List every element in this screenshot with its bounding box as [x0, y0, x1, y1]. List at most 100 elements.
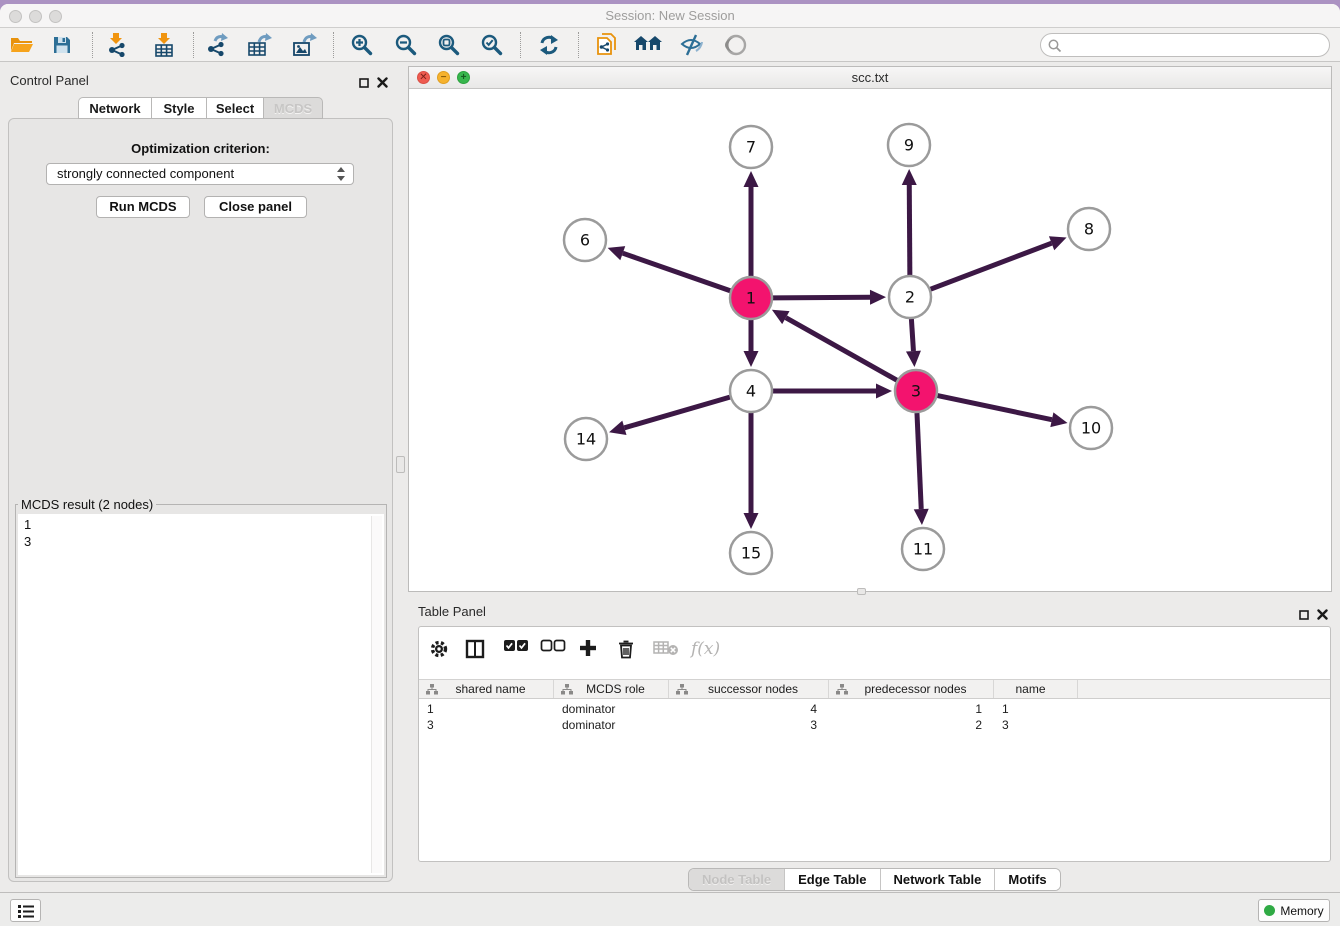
column-header-shared-name[interactable]: shared name: [419, 680, 554, 698]
table-row[interactable]: 3 dominator 3 2 3: [419, 717, 1330, 733]
graph-edge-3-10[interactable]: [938, 396, 1052, 420]
cell-name[interactable]: 1: [994, 701, 1078, 717]
select-all-icon[interactable]: [503, 639, 529, 652]
close-panel-icon[interactable]: [377, 75, 388, 93]
column-header-successor-nodes[interactable]: successor nodes: [669, 680, 829, 698]
mcds-result-text[interactable]: 1 3: [18, 514, 384, 875]
graph-edge-1-2[interactable]: [773, 297, 870, 298]
memory-status-dot: [1264, 905, 1275, 916]
result-scrollbar[interactable]: [371, 516, 382, 873]
vertical-splitter-handle[interactable]: [396, 456, 405, 473]
cell-name[interactable]: 3: [994, 717, 1078, 733]
zoom-fit-icon[interactable]: [435, 32, 463, 58]
cell-successor-nodes[interactable]: 3: [669, 717, 829, 733]
hide-panel-icon[interactable]: [678, 32, 706, 58]
toolbar-separator: [333, 32, 334, 58]
mcds-result-group: MCDS result (2 nodes) 1 3: [15, 497, 387, 878]
home-icon[interactable]: [634, 32, 662, 58]
search-input[interactable]: [1040, 33, 1330, 57]
toolbar-separator: [92, 32, 93, 58]
import-network-icon[interactable]: [103, 32, 131, 58]
close-panel-button[interactable]: Close panel: [204, 196, 307, 218]
cell-mcds-role[interactable]: dominator: [554, 717, 669, 733]
export-image-icon[interactable]: [291, 32, 319, 58]
table-tabs: Node Table Edge Table Network Table Moti…: [688, 868, 1061, 891]
deselect-all-icon[interactable]: [540, 639, 566, 652]
zoom-in-icon[interactable]: [348, 32, 376, 58]
toolbar-separator: [193, 32, 194, 58]
graph-node-label: 1: [746, 289, 756, 308]
graph-edge-arrowhead: [1050, 412, 1067, 427]
cell-successor-nodes[interactable]: 4: [669, 701, 829, 717]
table-toolbar: f(x): [419, 627, 1330, 671]
table-settings-gear-icon[interactable]: [429, 639, 449, 659]
tab-network-table[interactable]: Network Table: [881, 869, 996, 890]
run-mcds-button[interactable]: Run MCDS: [96, 196, 190, 218]
column-header-mcds-role[interactable]: MCDS role: [554, 680, 669, 698]
control-panel-header: Control Panel: [0, 68, 400, 94]
open-file-icon[interactable]: [8, 32, 36, 58]
tab-select[interactable]: Select: [206, 97, 263, 119]
zoom-out-icon[interactable]: [392, 32, 420, 58]
cell-shared-name[interactable]: 1: [419, 701, 554, 717]
export-network-icon[interactable]: [203, 32, 231, 58]
table-row[interactable]: 1 dominator 4 1 1: [419, 701, 1330, 717]
function-builder-icon[interactable]: f(x): [691, 639, 720, 659]
column-header-name[interactable]: name: [994, 680, 1078, 698]
graph-node-label: 14: [576, 430, 596, 449]
table-panel-title: Table Panel: [418, 604, 486, 619]
add-column-icon[interactable]: [579, 639, 597, 657]
network-window-titlebar[interactable]: ✕ − + scc.txt: [409, 67, 1331, 89]
result-line: 3: [24, 533, 378, 550]
toolbar-separator: [520, 32, 521, 58]
import-table-icon[interactable]: [150, 32, 178, 58]
show-columns-icon[interactable]: [465, 639, 485, 659]
graph-edge-2-8[interactable]: [931, 243, 1052, 289]
optimization-criterion-select[interactable]: strongly connected component: [46, 163, 354, 185]
clone-network-icon[interactable]: [592, 32, 620, 58]
task-history-button[interactable]: [10, 899, 41, 922]
graph-node-label: 4: [746, 382, 756, 401]
tab-edge-table[interactable]: Edge Table: [785, 869, 880, 890]
delete-table-icon[interactable]: [653, 639, 679, 657]
mcds-result-title: MCDS result (2 nodes): [18, 497, 156, 512]
horizontal-splitter-handle[interactable]: [857, 588, 866, 595]
column-header-predecessor-nodes[interactable]: predecessor nodes: [829, 680, 994, 698]
float-panel-icon[interactable]: [359, 75, 369, 93]
tab-motifs[interactable]: Motifs: [995, 869, 1059, 890]
show-panel-icon[interactable]: [722, 32, 750, 58]
delete-column-icon[interactable]: [617, 639, 635, 659]
float-table-panel-icon[interactable]: [1299, 607, 1309, 625]
cell-shared-name[interactable]: 3: [419, 717, 554, 733]
control-panel-title: Control Panel: [10, 73, 89, 88]
tab-mcds[interactable]: MCDS: [263, 97, 323, 119]
app-window: Session: New Session: [0, 4, 1340, 926]
hierarchy-icon: [836, 684, 848, 695]
memory-label: Memory: [1280, 904, 1323, 918]
graph-edge-1-6[interactable]: [623, 253, 730, 291]
tab-network[interactable]: Network: [78, 97, 151, 119]
graph-edge-3-1[interactable]: [786, 318, 897, 381]
optimization-criterion-label: Optimization criterion:: [9, 141, 392, 156]
graph-edge-arrowhead: [608, 246, 626, 260]
tab-style[interactable]: Style: [151, 97, 206, 119]
network-graph[interactable]: 7968124314101511: [409, 89, 1331, 591]
graph-node-label: 10: [1081, 419, 1101, 438]
refresh-icon[interactable]: [535, 32, 563, 58]
cell-mcds-role[interactable]: dominator: [554, 701, 669, 717]
cell-predecessor-nodes[interactable]: 1: [829, 701, 994, 717]
graph-edge-3-11[interactable]: [917, 413, 921, 509]
zoom-selected-icon[interactable]: [478, 32, 506, 58]
close-table-panel-icon[interactable]: [1317, 607, 1328, 625]
graph-edge-4-14[interactable]: [624, 397, 729, 428]
graph-edge-2-9[interactable]: [909, 185, 910, 275]
save-session-icon[interactable]: [48, 32, 76, 58]
memory-button[interactable]: Memory: [1258, 899, 1330, 922]
graph-edge-arrowhead: [914, 509, 929, 525]
result-line: 1: [24, 516, 378, 533]
tab-node-table[interactable]: Node Table: [689, 869, 785, 890]
graph-edge-arrowhead: [902, 169, 917, 185]
graph-edge-2-3[interactable]: [911, 319, 913, 351]
export-table-icon[interactable]: [246, 32, 274, 58]
cell-predecessor-nodes[interactable]: 2: [829, 717, 994, 733]
